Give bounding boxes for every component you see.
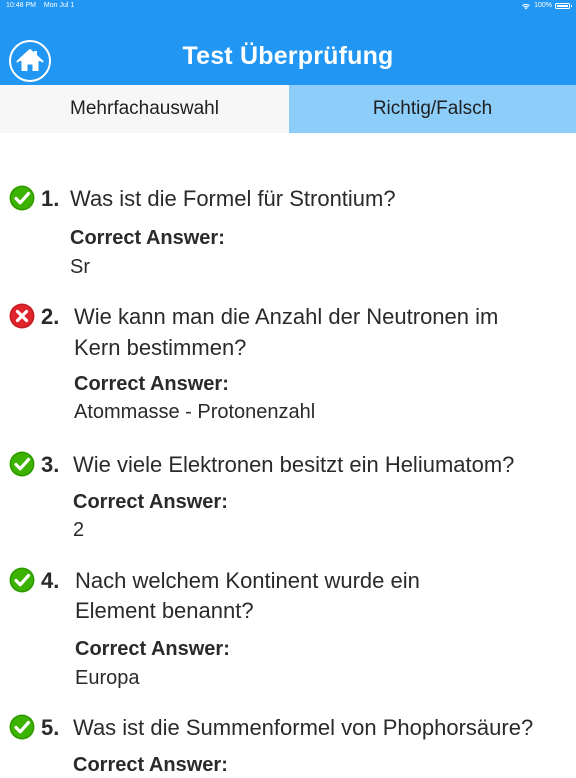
question-text: Was ist die Formel für Strontium? bbox=[70, 186, 396, 211]
question-text-line2: Kern bestimmen? bbox=[74, 335, 247, 360]
checkmark-icon bbox=[9, 451, 35, 477]
tab-bar: Mehrfachauswahl Richtig/Falsch bbox=[0, 85, 576, 133]
correct-answer-label: Correct Answer: bbox=[70, 227, 225, 249]
correct-answer-label: Correct Answer: bbox=[73, 491, 228, 513]
x-mark-icon bbox=[9, 303, 35, 329]
question-number: 5. bbox=[41, 715, 60, 740]
status-time: 10:48 PM bbox=[6, 2, 36, 9]
correct-answer-label: Correct Answer: bbox=[73, 754, 228, 776]
checkmark-icon bbox=[9, 185, 35, 211]
battery-icon bbox=[555, 3, 572, 9]
correct-answer-value: Europa bbox=[75, 667, 140, 689]
question-number: 4. bbox=[41, 568, 60, 593]
question-text: Wie viele Elektronen besitzt ein Heliuma… bbox=[73, 452, 515, 477]
question-text-line1: Nach welchem Kontinent wurde ein bbox=[75, 568, 420, 593]
status-date: Mon Jul 1 bbox=[43, 2, 75, 9]
question-number: 1. bbox=[41, 186, 60, 211]
correct-answer-value: Sr bbox=[70, 256, 90, 278]
question-text: Was ist die Summenformel von Phophorsäur… bbox=[73, 715, 534, 740]
status-bar: 10:48 PM Mon Jul 1 100% bbox=[0, 0, 576, 12]
header: Test Überprüfung bbox=[0, 12, 576, 85]
battery-percent: 100% bbox=[534, 2, 552, 9]
question-text-line1: Wie kann man die Anzahl der Neutronen im bbox=[74, 304, 499, 329]
question-number: 3. bbox=[41, 452, 60, 477]
correct-answer-label: Correct Answer: bbox=[75, 638, 230, 660]
checkmark-icon bbox=[9, 714, 35, 740]
correct-answer-value: 2 bbox=[73, 519, 85, 541]
wifi-icon bbox=[522, 3, 530, 10]
status-right: 100% bbox=[521, 0, 572, 12]
correct-answer-value: Atommasse - Protonenzahl bbox=[74, 401, 316, 423]
correct-answer-label: Correct Answer: bbox=[74, 373, 229, 395]
status-left: 10:48 PM Mon Jul 1 bbox=[6, 0, 80, 12]
checkmark-icon bbox=[9, 567, 35, 593]
tab-multiple-choice[interactable]: Mehrfachauswahl bbox=[0, 85, 289, 133]
page-title: Test Überprüfung bbox=[182, 42, 394, 70]
question-text-line2: Element benannt? bbox=[75, 598, 254, 623]
tab-true-false[interactable]: Richtig/Falsch bbox=[289, 85, 576, 133]
question-number: 2. bbox=[41, 304, 60, 329]
